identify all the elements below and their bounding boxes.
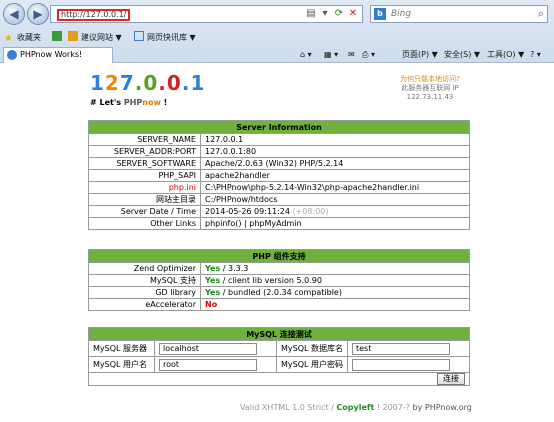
bing-icon [68,31,78,41]
footer: Valid XHTML 1.0 Strict / Copyleft ! 2007… [240,403,472,412]
ip-value: 122.73.11.43 [406,93,454,101]
compat-view-icon[interactable]: ▤ [304,7,318,21]
print-icon[interactable]: ⎙ ▾ [362,48,375,61]
stop-icon[interactable]: ✕ [346,7,360,21]
table-row: SERVER_ADDR:PORT 127.0.0.1:80 [88,145,470,158]
tab-row: PHPnow Works! ⌂ ▾ ▦ ▾ ✉ ⎙ ▾ 页面(P) ▼ 安全(S… [0,46,554,63]
valid-xhtml-link[interactable]: Valid XHTML 1.0 Strict / [240,403,336,412]
status-badge: Yes [205,276,221,285]
back-button[interactable]: ◀ [3,3,25,25]
logo-char: 0 [166,71,182,95]
server-info-table: Server Information SERVER_NAME 127.0.0.1 … [88,120,470,230]
timezone: (+08:00) [292,207,329,216]
mysql-pass-label: MySQL 用户密码 [275,356,349,373]
browser-chrome: ◀ ▶ http://127.0.0.1/ ▤ ▾ ⟳ ✕ b Bing ⌕ ★ 收藏夹… [0,0,554,63]
bing-logo-icon: b [374,8,386,20]
favorites-bar: ★ 收藏夹 建议网站 ▼ 网页快讯库 ▼ [0,28,554,46]
phpmyadmin-link[interactable]: phpMyAdmin [249,219,301,228]
ip-info: 为何只能本地访问? 此服务器互联网 IP 122.73.11.43 [390,75,470,102]
safety-menu[interactable]: 安全(S) ▼ [444,48,480,61]
table-row: SERVER_NAME 127.0.0.1 [88,133,470,146]
address-bar[interactable]: http://127.0.0.1/ ▤ ▾ ⟳ ✕ [50,5,363,23]
feeds-icon[interactable]: ▦ ▾ [324,48,338,61]
mysql-test-table: MySQL 连接测试 MySQL 服务器 localhost MySQL 数据库… [88,327,470,386]
logo-char: . [158,71,167,95]
web-slice-icon [134,31,144,41]
logo-char: 7 [119,71,135,95]
search-icon[interactable]: ⌕ [538,7,544,21]
star-icon: ★ [4,33,13,44]
mysql-user-label: MySQL 用户名 [88,356,155,373]
table-row: Other Links phpinfo() | phpMyAdmin [88,217,470,230]
logo-char: 0 [143,71,159,95]
address-text[interactable]: http://127.0.0.1/ [57,9,130,21]
status-badge: No [205,300,218,309]
page-content: 127.0.0.1 # Let's PHPnow ! 为何只能本地访问? 此服务… [0,63,554,422]
web-slice-button[interactable]: 网页快讯库 ▼ [134,31,196,44]
logo-char: 2 [104,71,120,95]
logo-char: 1 [190,71,206,95]
mysql-db-label: MySQL 数据库名 [275,340,349,357]
home-icon[interactable]: ⌂ ▾ [300,48,312,61]
table-row: php.ini C:\PHPnow\php-5.2.14-Win32\php-ap… [88,181,470,194]
connect-button[interactable]: 连接 [437,373,465,385]
table-row: MySQL 服务器 localhost MySQL 数据库名 test [88,340,470,357]
server-date: 2014-05-26 09:11:24 [205,207,290,216]
mysql-title: MySQL 连接测试 [88,327,470,341]
favorites-button[interactable]: ★ 收藏夹 [4,31,41,44]
refresh-icon[interactable]: ⟳ [332,7,346,21]
help-icon[interactable]: ? ▾ [530,48,541,61]
address-icons: ▤ ▾ ⟳ ✕ [304,7,360,21]
php-ini-link[interactable]: php.ini [88,181,201,194]
local-access-link[interactable]: 为何只能本地访问? [390,75,470,84]
mysql-user-input[interactable]: root [159,358,257,371]
table-row: Zend Optimizer Yes / 3.3.3 [88,262,470,275]
mail-icon[interactable]: ✉ [348,48,355,61]
components-title: PHP 组件支持 [88,249,470,263]
table-row: GD library Yes / bundled (2.0.34 compatib… [88,286,470,299]
address-row: ◀ ▶ http://127.0.0.1/ ▤ ▾ ⟳ ✕ b Bing ⌕ [0,0,554,28]
search-placeholder[interactable]: Bing [391,9,411,19]
php-components-table: PHP 组件支持 Zend Optimizer Yes / 3.3.3 MySQL… [88,249,470,311]
tools-menu[interactable]: 工具(O) ▼ [487,48,524,61]
table-row: PHP_SAPI apache2handler [88,169,470,182]
page-icon [7,50,17,60]
mysql-password-input[interactable] [352,358,450,371]
phpinfo-link[interactable]: phpinfo() [205,219,241,228]
ip-label: 此服务器互联网 IP [401,84,459,92]
table-row: SERVER_SOFTWARE Apache/2.0.63 (Win32) PHP… [88,157,470,170]
table-row: eAccelerator No [88,298,470,311]
table-row: MySQL 用户名 root MySQL 用户密码 [88,356,470,373]
site-logo: 127.0.0.1 [90,71,205,95]
phpnow-link[interactable]: by PHPnow.org [413,403,472,412]
dropdown-icon[interactable]: ▾ [318,7,332,21]
tagline: # Let's PHPnow ! [90,98,168,107]
table-row: Server Date / Time 2014-05-26 09:11:24 (+… [88,205,470,218]
mysql-server-input[interactable]: localhost [159,342,257,355]
logo-char: 1 [90,71,105,95]
table-row: 网站主目录 C:/PHPnow/htdocs [88,193,470,206]
table-row: 连接 [88,372,470,386]
status-badge: Yes [205,264,221,273]
page-menu[interactable]: 页面(P) ▼ [402,48,438,61]
mysql-server-label: MySQL 服务器 [88,340,155,357]
tab-phpnow[interactable]: PHPnow Works! [3,47,113,63]
status-badge: Yes [205,288,221,297]
server-info-title: Server Information [88,120,470,134]
fav-add-icon[interactable] [52,31,65,44]
search-box[interactable]: b Bing ⌕ [370,5,548,23]
table-row: MySQL 支持 Yes / client lib version 5.0.90 [88,274,470,287]
suggested-sites-button[interactable]: 建议网站 ▼ [68,31,122,44]
forward-button[interactable]: ▶ [27,3,49,25]
mysql-db-input[interactable]: test [352,342,450,355]
